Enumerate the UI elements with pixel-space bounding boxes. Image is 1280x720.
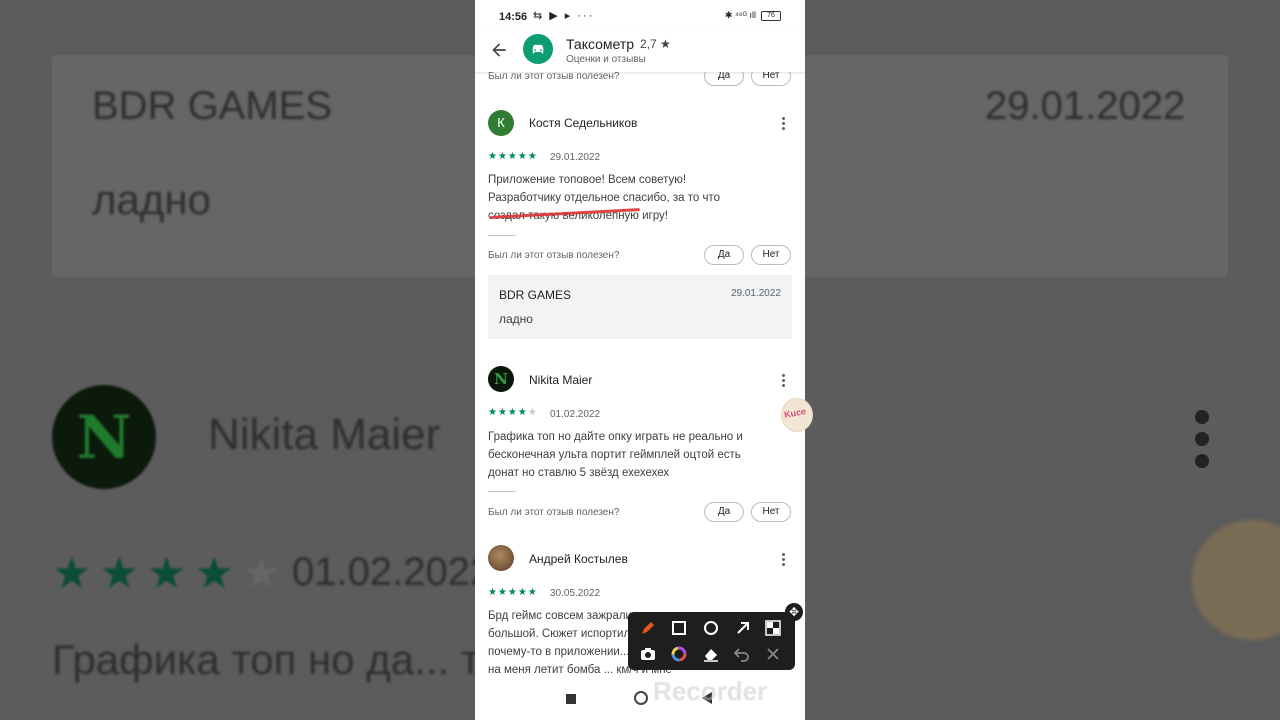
arrow-icon[interactable]: [733, 618, 753, 638]
back-arrow-icon[interactable]: [489, 40, 509, 60]
avatar: К: [488, 110, 514, 136]
divider: [488, 235, 516, 236]
sticker: Kuce: [781, 398, 813, 432]
move-handle-icon[interactable]: ✥: [785, 603, 803, 621]
bg-reply-date: 29.01.2022: [985, 84, 1186, 128]
yes-button[interactable]: Да: [704, 502, 744, 522]
signal-icon: ✱ ⁴⁶ᴳ ıll: [724, 10, 756, 20]
review-date: 29.01.2022: [550, 152, 601, 163]
recents-icon[interactable]: [566, 694, 576, 704]
camera-icon[interactable]: [638, 644, 658, 664]
app-title: Таксометр: [566, 36, 635, 52]
bg-stars: ★★★★★: [52, 549, 290, 598]
developer-reply: BDR GAMES 29.01.2022 ладно: [488, 275, 792, 339]
review-author: Костя Седельников: [529, 116, 638, 130]
reply-date: 29.01.2022: [730, 288, 781, 299]
more-options-icon[interactable]: [782, 117, 786, 132]
mosaic-icon[interactable]: [763, 618, 783, 638]
yes-button[interactable]: Да: [704, 245, 744, 265]
status-time: 14:56: [499, 11, 528, 23]
divider: [488, 491, 516, 492]
review-date: 30.05.2022: [550, 588, 601, 599]
status-left-icons: ⇆ ▶ ▸ ···: [533, 10, 595, 22]
helpful-prompt: Был ли этот отзыв полезен?: [488, 250, 620, 261]
star-rating: ★★★★★: [488, 151, 538, 162]
recorder-watermark: Recorder: [653, 676, 768, 706]
app-subtitle: Оценки и отзывы: [566, 54, 646, 65]
review-author: Андрей Костылев: [529, 552, 628, 566]
review-date: 01.02.2022: [550, 409, 601, 420]
more-options-icon[interactable]: [782, 374, 786, 389]
avatar: N: [488, 366, 514, 392]
review-author: Nikita Maier: [529, 373, 593, 387]
app-bar: Таксометр 2,7 ★ Оценки и отзывы: [475, 30, 805, 72]
review-text: Графика топ но дайте опку играть не реал…: [488, 431, 743, 479]
status-bar: 14:56 ⇆ ▶ ▸ ··· ✱ ⁴⁶ᴳ ıll 76: [475, 0, 805, 32]
more-options-icon[interactable]: [782, 553, 786, 568]
helpful-prompt: Был ли этот отзыв полезен?: [488, 507, 620, 518]
reply-text: ладно: [499, 312, 533, 326]
circle-icon[interactable]: [701, 618, 721, 638]
bg-avatar: N: [52, 385, 156, 489]
review-text: Приложение топовое! Всем советую! Разраб…: [488, 174, 720, 222]
bg-reply-text: ладно: [92, 176, 211, 223]
no-button[interactable]: Нет: [751, 245, 791, 265]
eraser-icon[interactable]: [701, 644, 721, 664]
avatar: [488, 545, 514, 571]
taxi-car-icon: [532, 44, 544, 54]
bg-sticker: [1192, 520, 1280, 640]
rectangle-icon[interactable]: [669, 618, 689, 638]
helpful-prompt: Был ли этот отзыв полезен?: [488, 71, 620, 82]
home-icon[interactable]: [634, 691, 648, 705]
color-wheel-icon[interactable]: [669, 644, 689, 664]
app-icon: [523, 34, 553, 64]
app-rating: 2,7 ★: [640, 37, 671, 51]
bg-kebab-icon: [1192, 410, 1212, 476]
star-rating: ★★★★★: [488, 407, 538, 418]
bg-date: 01.02.2022: [292, 550, 493, 594]
star-rating: ★★★★★: [488, 587, 538, 598]
status-right-icons: ✱ ⁴⁶ᴳ ıll 76: [725, 10, 781, 21]
no-button[interactable]: Нет: [751, 502, 791, 522]
close-icon[interactable]: [763, 644, 783, 664]
reply-author: BDR GAMES: [499, 288, 572, 302]
pen-icon[interactable]: [638, 618, 658, 638]
bg-author-name: Nikita Maier: [208, 410, 441, 459]
bg-reply-name: BDR GAMES: [92, 84, 333, 128]
undo-icon[interactable]: [732, 644, 752, 664]
annotation-toolbar: [628, 612, 795, 670]
battery-icon: 76: [761, 10, 781, 21]
